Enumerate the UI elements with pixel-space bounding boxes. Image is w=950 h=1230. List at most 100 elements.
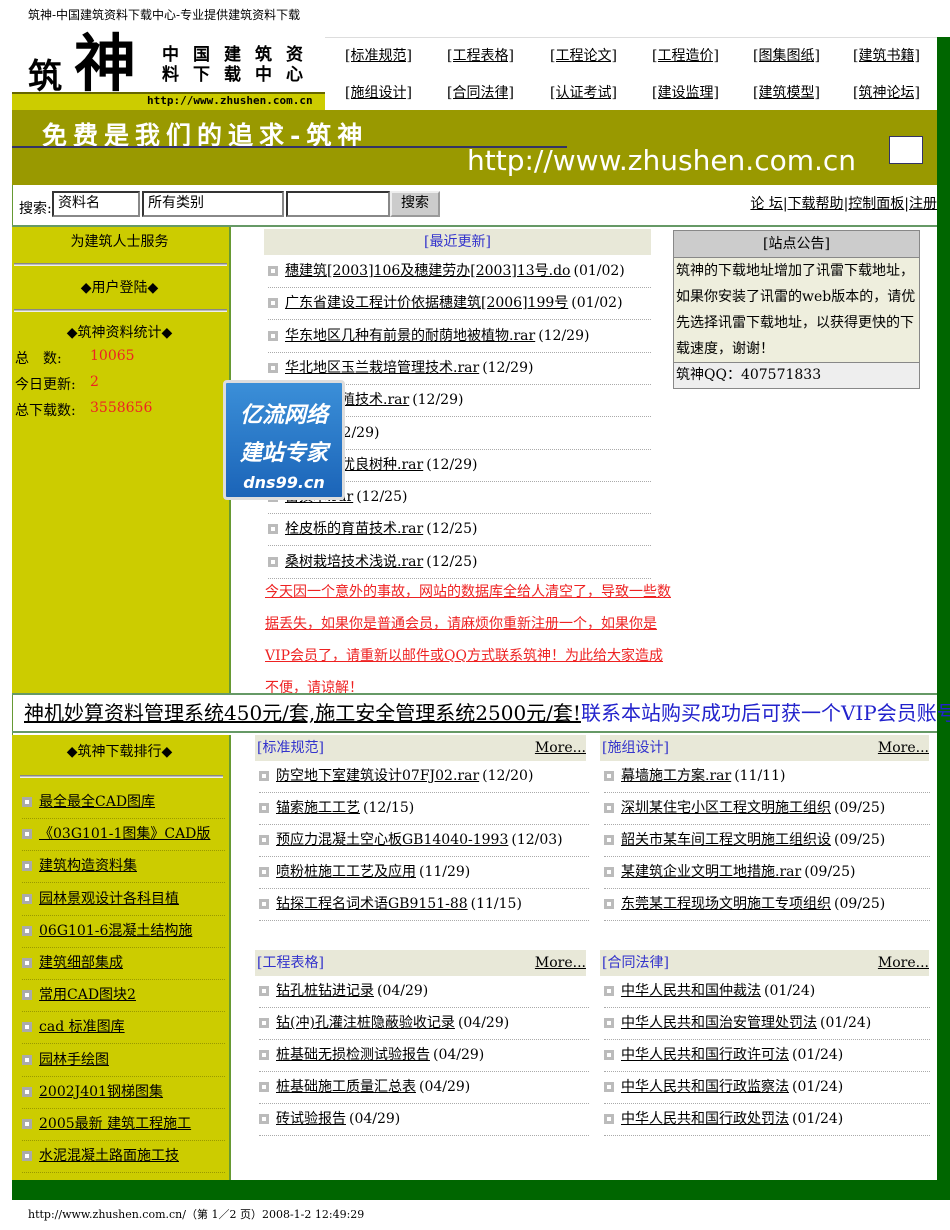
item-link[interactable]: 钻探工程名词术语GB9151-88 — [276, 896, 468, 912]
item-link[interactable]: 桩基础施工质量汇总表 — [276, 1079, 416, 1095]
section-title: [合同法律] — [602, 955, 669, 971]
item-link[interactable]: 韶关市某车间工程文明施工组织设 — [621, 832, 831, 848]
item-link[interactable]: 防空地下室建筑设计07FJ02.rar — [276, 768, 479, 784]
bullet-icon — [604, 986, 614, 996]
more-link[interactable]: More... — [878, 950, 929, 976]
item-link[interactable]: 中华人民共和国行政处罚法 — [621, 1111, 789, 1127]
ad-dns99[interactable]: 亿流网络 建站专家 dns99.cn — [223, 380, 345, 500]
ranking-link[interactable]: 园林景观设计各科目植 — [39, 891, 179, 907]
ranking-link[interactable]: 2005最新 建筑工程施工 — [39, 1116, 191, 1132]
bullet-icon — [259, 1018, 269, 1028]
ranking-link[interactable]: 06G101-6混凝土结构施 — [39, 923, 192, 939]
item-link[interactable]: 钻(冲)孔灌注桩隐蔽验收记录 — [276, 1015, 455, 1031]
ranking-link[interactable]: 水泥混凝土路面施工技 — [39, 1148, 179, 1164]
nav-link[interactable]: [筑神论坛] — [853, 82, 920, 102]
section-title: [施组设计] — [602, 740, 669, 756]
stats-heading: ◆筑神资料统计◆ — [12, 322, 227, 342]
list-item: 中华人民共和国行政监察法(01/24) — [604, 1072, 930, 1104]
service-heading: 为建筑人士服务 — [12, 231, 227, 251]
stat-label: 总下载数: — [15, 403, 76, 419]
item-link[interactable]: 中华人民共和国行政监察法 — [621, 1079, 789, 1095]
ranking-link[interactable]: 建筑细部集成 — [39, 955, 123, 971]
ranking-link[interactable]: 建筑构造资料集 — [39, 858, 137, 874]
search-category-select[interactable]: 所有类别 — [142, 191, 284, 217]
search-button[interactable]: 搜索 — [390, 191, 440, 217]
more-link[interactable]: More... — [878, 735, 929, 761]
nav-link[interactable]: [标准规范] — [345, 45, 412, 65]
nav-link[interactable]: [工程论文] — [550, 45, 617, 65]
site-logo[interactable]: 筑 神 中国建筑资料下载中心 http://www.zhushen.com.cn — [12, 37, 325, 110]
item-link[interactable]: 中华人民共和国仲裁法 — [621, 983, 761, 999]
top-link[interactable]: 控制面板 — [848, 196, 904, 212]
list-item: 防空地下室建筑设计07FJ02.rar(12/20) — [259, 761, 589, 793]
list-item: 喷粉桩施工工艺及应用(11/29) — [259, 857, 589, 889]
bullet-icon — [268, 363, 278, 373]
nav-link[interactable]: [施组设计] — [345, 82, 412, 102]
bullet-icon — [604, 1050, 614, 1060]
ranking-link[interactable]: 《03G101-1图集》CAD版 — [39, 826, 210, 842]
item-date: (12/20) — [482, 768, 533, 784]
item-link[interactable]: 东莞某工程现场文明施工专项组织 — [621, 896, 831, 912]
ranking-link[interactable]: cad 标准图库 — [39, 1019, 125, 1035]
item-link[interactable]: 穗建筑[2003]106及穗建劳办[2003]13号.do — [285, 263, 570, 279]
item-date: (04/29) — [433, 1047, 484, 1063]
item-link[interactable]: 桑树栽培技术浅说.rar — [285, 554, 423, 570]
more-link[interactable]: More... — [535, 950, 586, 976]
top-link[interactable]: 注册 — [909, 196, 937, 212]
item-link[interactable]: 喷粉桩施工工艺及应用 — [276, 864, 416, 880]
item-link[interactable]: 钻孔桩钻进记录 — [276, 983, 374, 999]
site-notice[interactable]: 今天因一个意外的事故，网站的数据库全给人清空了，导致一些数据丢失，如果你是普通会… — [265, 576, 675, 704]
item-link[interactable]: 广东省建设工程计价依据穗建筑[2006]199号 — [285, 295, 568, 311]
nav-link[interactable]: [图集图纸] — [753, 45, 820, 65]
list-item: 深圳某住宅小区工程文明施工组织(09/25) — [604, 793, 930, 825]
top-link[interactable]: 下载帮助 — [788, 196, 844, 212]
ranking-link[interactable]: 最全最全CAD图库 — [39, 794, 155, 810]
section-header: [合同法律] More... — [600, 950, 929, 976]
item-link[interactable]: 某建筑企业文明工地措施.rar — [621, 864, 801, 880]
nav-link[interactable]: [建筑模型] — [753, 82, 820, 102]
bullet-icon — [259, 1050, 269, 1060]
logo-char-1: 筑 — [28, 49, 62, 98]
user-login-heading[interactable]: ◆用户登陆◆ — [12, 277, 227, 297]
bullet-icon — [259, 835, 269, 845]
nav-link[interactable]: [工程造价] — [652, 45, 719, 65]
item-link[interactable]: 桩基础无损检测试验报告 — [276, 1047, 430, 1063]
more-link[interactable]: More... — [535, 735, 586, 761]
bullet-icon — [604, 1082, 614, 1092]
nav-link[interactable]: [认证考试] — [550, 82, 617, 102]
item-date: (12/25) — [426, 521, 477, 537]
nav-link[interactable]: [合同法律] — [447, 82, 514, 102]
search-keyword-input[interactable]: 资料名 — [52, 191, 140, 217]
item-link[interactable]: 中华人民共和国治安管理处罚法 — [621, 1015, 817, 1031]
bullet-icon — [22, 1022, 32, 1032]
ranking-link[interactable]: 常用CAD图块2 — [39, 987, 136, 1003]
item-link[interactable]: 栓皮栎的育苗技术.rar — [285, 521, 423, 537]
nav-link[interactable]: [工程表格] — [447, 45, 514, 65]
item-link[interactable]: 预应力混凝土空心板GB14040-1993 — [276, 832, 508, 848]
item-link[interactable]: 锚索施工工艺 — [276, 800, 360, 816]
item-link[interactable]: 深圳某住宅小区工程文明施工组织 — [621, 800, 831, 816]
bullet-icon — [604, 1018, 614, 1028]
item-link[interactable]: 华北地区玉兰栽培管理技术.rar — [285, 360, 479, 376]
ranking-item: 最全最全CAD图库 — [22, 787, 225, 819]
item-link[interactable]: 砖试验报告 — [276, 1111, 346, 1127]
ranking-item: 水泥混凝土路面施工技 — [22, 1141, 225, 1173]
bullet-icon — [268, 331, 278, 341]
announcement-body: 筑神的下载地址增加了讯雷下载地址，如果你安装了讯雷的web版本的，请优先选择讯雷… — [674, 258, 919, 363]
item-link[interactable]: 幕墙施工方案.rar — [621, 768, 731, 784]
search-text-input[interactable] — [286, 191, 390, 217]
nav-link[interactable]: [建筑书籍] — [853, 45, 920, 65]
item-date: (12/29) — [538, 328, 589, 344]
ranking-link[interactable]: 园林手绘图 — [39, 1052, 109, 1068]
ranking-link[interactable]: 2002J401钢梯图集 — [39, 1084, 163, 1100]
item-link[interactable]: 中华人民共和国行政许可法 — [621, 1047, 789, 1063]
top-link[interactable]: 论 坛 — [750, 196, 782, 212]
item-date: (12/29) — [426, 457, 477, 473]
promo-link[interactable]: 神机妙算资料管理系统450元/套,施工安全管理系统2500元/套! — [24, 701, 581, 725]
section-header: [标准规范]More... — [255, 735, 586, 761]
section-title: [工程表格] — [257, 955, 324, 971]
ranking-heading: ◆筑神下载排行◆ — [12, 741, 227, 761]
item-link[interactable]: 华东地区几种有前景的耐荫地被植物.rar — [285, 328, 535, 344]
item-date: (01/02) — [571, 295, 622, 311]
nav-link[interactable]: [建设监理] — [652, 82, 719, 102]
